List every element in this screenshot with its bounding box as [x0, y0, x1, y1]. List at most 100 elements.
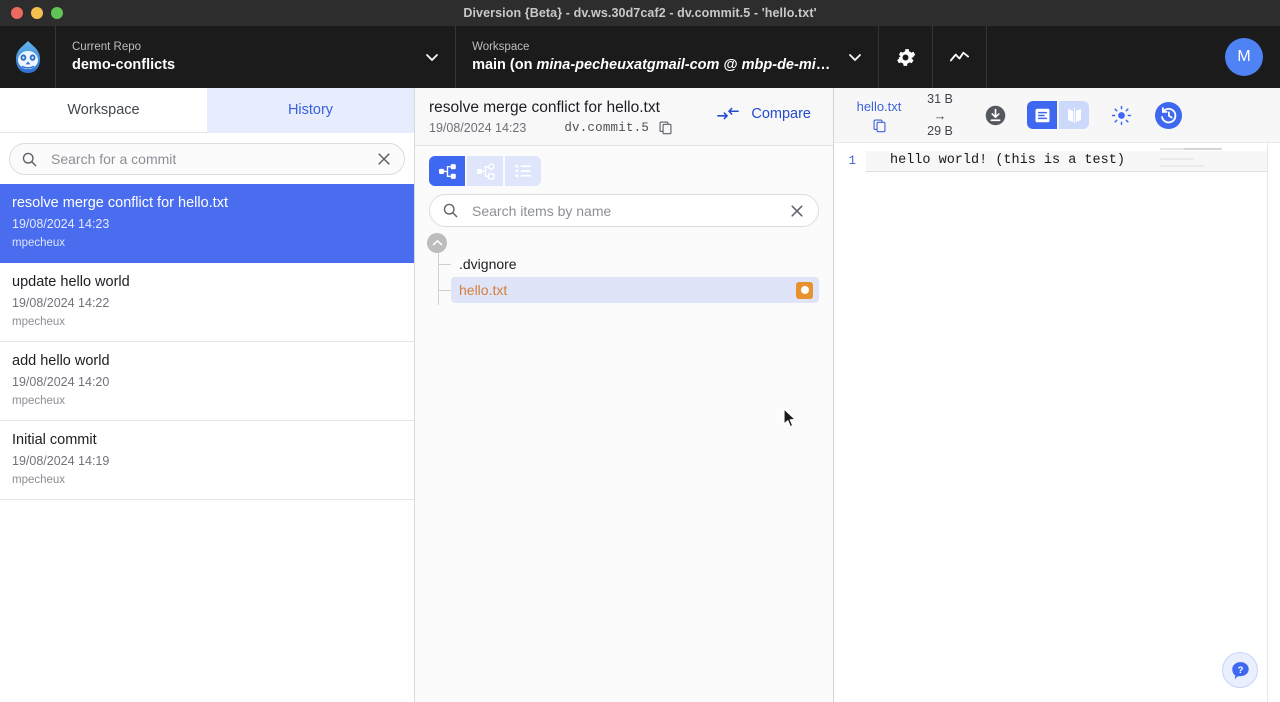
tree-view-icon: [438, 163, 456, 179]
workspace-value: main (on mina-pecheuxatgmail-com @ mbp-d…: [472, 56, 836, 75]
gear-icon: [897, 48, 916, 66]
file-tree: .dvignore hello.txt: [415, 227, 833, 702]
clear-search-icon[interactable]: [376, 151, 392, 167]
compare-arrows-icon: [717, 107, 740, 120]
chevron-down-icon: [426, 54, 438, 61]
diff-size-before: 31 B: [927, 91, 953, 106]
tree-elbow-line: [438, 264, 451, 265]
clear-file-search-icon[interactable]: [789, 203, 805, 219]
commit-list-item[interactable]: Initial commit 19/08/2024 14:19 mpecheux: [0, 421, 414, 500]
window-title: Diversion {Beta} - dv.ws.30d7caf2 - dv.c…: [463, 6, 817, 20]
help-question-icon: ?: [1231, 661, 1249, 679]
minimize-window-button[interactable]: [31, 7, 43, 19]
tab-workspace[interactable]: Workspace: [0, 88, 207, 133]
svg-text:?: ?: [1237, 664, 1243, 675]
download-icon[interactable]: [984, 104, 1007, 127]
avatar[interactable]: M: [1225, 38, 1263, 76]
tree-compact-view-button[interactable]: [467, 156, 503, 186]
commit-date: 19/08/2024 14:20: [12, 375, 110, 389]
tab-history[interactable]: History: [207, 88, 414, 133]
workspace-at-text: @: [719, 56, 742, 73]
diff-size-arrow: →: [933, 107, 947, 123]
tree-compact-view-icon: [476, 163, 495, 180]
list-view-icon: [514, 164, 531, 178]
collapse-tree-button[interactable]: [427, 233, 447, 253]
compare-label: Compare: [751, 106, 811, 122]
commit-detail-id: dv.commit.5: [564, 120, 650, 135]
search-icon: [443, 203, 458, 218]
file-search-input[interactable]: Search items by name: [459, 203, 789, 219]
activity-button[interactable]: [933, 26, 988, 88]
commit-list: resolve merge conflict for hello.txt 19/…: [0, 184, 414, 702]
commit-author: mpecheux: [12, 316, 66, 328]
commit-title: update hello world: [12, 274, 130, 290]
workspace-on-text: (on: [505, 56, 537, 73]
file-tree-item-name: hello.txt: [459, 282, 508, 298]
help-button[interactable]: ?: [1222, 652, 1258, 688]
brightness-sun-icon[interactable]: [1111, 105, 1132, 126]
user-account-area: M: [987, 26, 1280, 88]
diversion-sloth-logo: [15, 41, 40, 73]
workspace-selector[interactable]: Workspace main (on mina-pecheuxatgmail-c…: [456, 26, 880, 88]
file-tree-body: .dvignore hello.txt: [429, 243, 819, 305]
file-view-toggle-row: [415, 146, 833, 194]
close-window-button[interactable]: [11, 7, 23, 19]
copy-file-path-icon[interactable]: [872, 118, 887, 133]
commit-detail-panel: resolve merge conflict for hello.txt 19/…: [415, 88, 834, 702]
left-sidebar: Workspace History Search for a commit re…: [0, 88, 415, 702]
diff-line-number: 1: [848, 154, 856, 168]
commit-list-item[interactable]: resolve merge conflict for hello.txt 19/…: [0, 184, 414, 263]
commit-title: resolve merge conflict for hello.txt: [12, 195, 228, 211]
app-window: Diversion {Beta} - dv.ws.30d7caf2 - dv.c…: [0, 0, 1280, 702]
settings-button[interactable]: [879, 26, 934, 88]
diff-minimap[interactable]: [1160, 145, 1244, 175]
current-repo-value: demo-conflicts: [72, 56, 176, 73]
workspace-user: mina-pecheuxatgmail-com: [536, 56, 720, 73]
commit-date: 19/08/2024 14:19: [12, 454, 110, 468]
file-tree-item-name: .dvignore: [459, 256, 517, 272]
diff-file-name[interactable]: hello.txt: [857, 98, 902, 116]
compare-button[interactable]: Compare: [717, 106, 811, 122]
diff-content: 1 hello world! (this is a test): [834, 143, 1280, 702]
commit-detail-meta: 19/08/2024 14:23 dv.commit.5: [429, 120, 819, 135]
commit-list-item[interactable]: update hello world 19/08/2024 14:22 mpec…: [0, 263, 414, 342]
file-view-toggle-group: [429, 156, 541, 186]
app-logo-cell: [0, 26, 56, 88]
commit-author: mpecheux: [12, 395, 66, 407]
file-search-box[interactable]: Search items by name: [429, 194, 819, 227]
unified-view-button[interactable]: [1027, 101, 1057, 129]
commit-author: mpecheux: [12, 237, 66, 249]
file-tree-item[interactable]: .dvignore: [438, 251, 819, 277]
diff-vertical-scrollbar[interactable]: [1267, 143, 1280, 702]
commit-search-box[interactable]: Search for a commit: [9, 143, 405, 175]
commit-author: mpecheux: [12, 474, 66, 486]
commit-date: 19/08/2024 14:22: [12, 296, 110, 310]
file-tree-item[interactable]: hello.txt: [438, 277, 819, 303]
current-repo-selector[interactable]: Current Repo demo-conflicts: [56, 26, 457, 88]
workspace-machine: mbp-de-mina-ho: [741, 56, 836, 73]
copy-commit-id-icon[interactable]: [658, 120, 673, 135]
maximize-window-button[interactable]: [51, 7, 63, 19]
commit-detail-date: 19/08/2024 14:23: [429, 120, 527, 135]
commit-search-container: Search for a commit: [0, 133, 414, 184]
list-view-button[interactable]: [505, 156, 541, 186]
commit-title: add hello world: [12, 353, 110, 369]
tree-view-button[interactable]: [429, 156, 465, 186]
workspace-label: Workspace: [472, 40, 530, 53]
top-navigation-bar: Current Repo demo-conflicts Workspace ma…: [0, 26, 1280, 88]
split-view-icon: [1067, 107, 1081, 123]
commit-date: 19/08/2024 14:23: [12, 217, 110, 231]
diff-toolbar: hello.txt 31 B → 29 B: [834, 88, 1280, 143]
chevron-up-icon: [432, 240, 442, 246]
split-view-button[interactable]: [1059, 101, 1089, 129]
diff-viewer-panel: hello.txt 31 B → 29 B 1 hello world! (th…: [834, 88, 1280, 702]
commit-search-input[interactable]: Search for a commit: [38, 151, 376, 167]
diff-size-after: 29 B: [927, 123, 953, 138]
chevron-down-icon: [849, 54, 861, 61]
commit-list-item[interactable]: add hello world 19/08/2024 14:20 mpecheu…: [0, 342, 414, 421]
file-history-icon[interactable]: [1154, 101, 1183, 130]
file-search-container: Search items by name: [415, 194, 833, 227]
tree-elbow-line: [438, 290, 451, 291]
diff-view-mode-group: [1027, 101, 1089, 129]
file-status-badge-modified: [796, 281, 813, 299]
